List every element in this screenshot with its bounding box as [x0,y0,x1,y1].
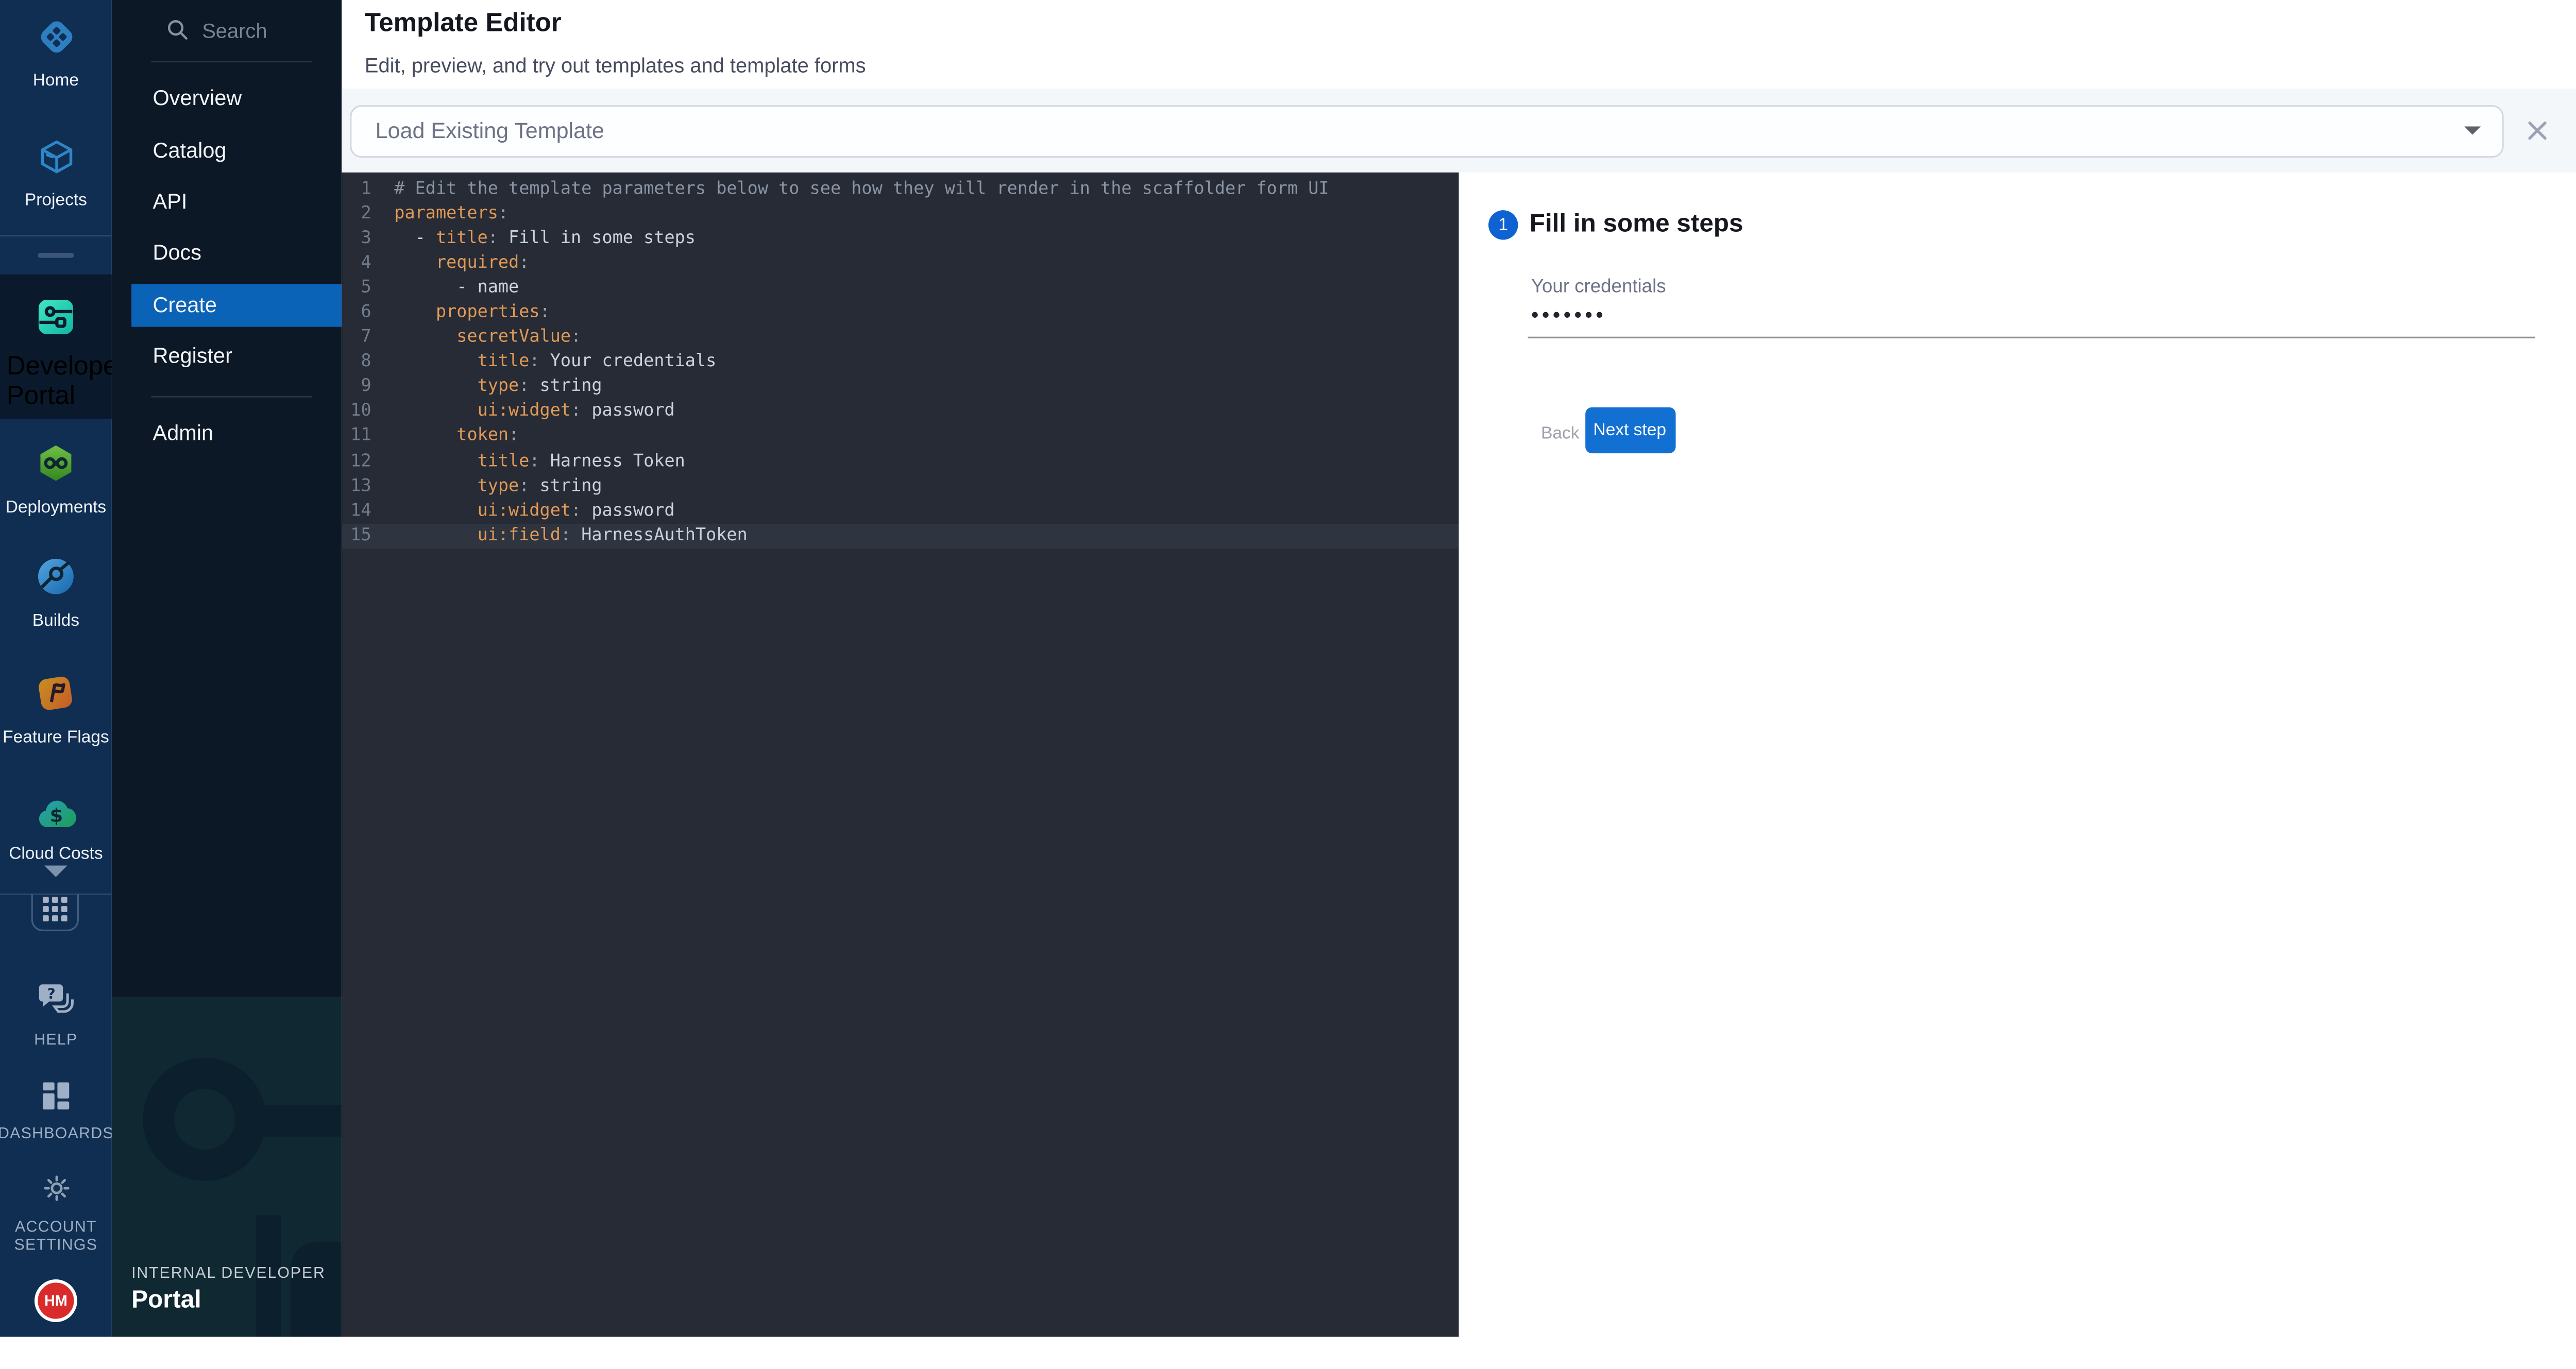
svg-text:?: ? [47,985,56,1002]
grid-icon [43,896,67,929]
code-line[interactable]: 2parameters: [342,202,1459,227]
module-sidebar: Home Projects [0,0,112,1337]
sidebar-item-builds[interactable]: Builds [0,557,112,630]
sidebar-item-account-settings[interactable]: ACCOUNT SETTINGS [0,1173,112,1255]
template-picker-band [342,89,2576,173]
portal-nav-sidebar: Search Overview Catalog API Docs Create … [112,0,342,1337]
sidebar-item-deployments[interactable]: Deployments [0,443,112,517]
close-icon [2525,118,2550,143]
close-button[interactable] [2523,116,2551,144]
code-line[interactable]: 12 title: Harness Token [342,449,1459,474]
sidebar-item-label: ACCOUNT SETTINGS [10,1219,102,1255]
credentials-field-label: Your credentials [1531,278,1666,297]
dashboards-icon [42,1082,70,1118]
nav-divider [151,61,312,62]
code-line[interactable]: 3 - title: Fill in some steps [342,227,1459,251]
template-form-preview: 1 Fill in some steps Your credentials ••… [1459,173,2576,1337]
code-line[interactable]: 5 - name [342,276,1459,301]
feature-flags-icon [36,673,76,721]
page-subtitle: Edit, preview, and try out templates and… [365,54,866,77]
sidebar-item-label: Deployments [6,498,106,517]
module-picker-button[interactable] [31,894,79,931]
code-line[interactable]: 1# Edit the template parameters below to… [342,177,1459,202]
brand-title: Portal [131,1286,201,1314]
sidebar-item-label: HELP [34,1032,77,1050]
dropdown-caret-icon [2464,127,2480,135]
portal-brand-panel: INTERNAL DEVELOPER Portal [112,997,342,1337]
nav-item-catalog[interactable]: Catalog [112,137,342,163]
chevron-down-icon [44,865,67,877]
app-root: Home Projects [0,0,2576,1337]
sidebar-item-feature-flags[interactable]: Feature Flags [0,673,112,747]
search-icon [166,17,189,45]
nav-item-register[interactable]: Register [112,343,342,369]
deployments-icon [36,443,76,491]
yaml-code-editor[interactable]: 1# Edit the template parameters below to… [342,173,1459,1337]
sidebar-item-label: Builds [32,611,79,630]
svg-text:$: $ [49,805,62,827]
sidebar-item-home[interactable]: Home [0,18,112,90]
nav-item-overview[interactable]: Overview [112,85,342,112]
input-underline [1528,336,2535,337]
credentials-password-input[interactable]: ••••••• [1531,302,1606,327]
code-line[interactable]: 6 properties: [342,301,1459,326]
help-chat-icon: ? [38,982,74,1025]
sidebar-item-label: Home [33,71,79,90]
sidebar-item-dashboards[interactable]: DASHBOARDS [0,1082,112,1143]
decorative-pipe [291,1242,342,1337]
sidebar-item-label: Developer Portal [7,353,105,413]
step-number-badge: 1 [1488,210,1518,239]
decorative-bar [246,1105,342,1137]
back-button[interactable]: Back [1528,412,1592,455]
step-title: Fill in some steps [1530,210,1743,239]
nav-item-create[interactable]: Create [131,283,342,326]
avatar: HM [35,1279,77,1322]
sidebar-item-help[interactable]: ? HELP [0,982,112,1050]
code-line[interactable]: 9 type: string [342,375,1459,400]
developer-portal-icon [36,297,76,345]
sidebar-item-cloud-costs[interactable]: $ Cloud Costs [0,797,112,864]
harness-logo-icon [37,18,75,64]
code-line[interactable]: 15 ui:field: HarnessAuthToken [342,523,1459,548]
code-line[interactable]: 10 ui:widget: password [342,400,1459,424]
code-line[interactable]: 8 title: Your credentials [342,350,1459,375]
code-line[interactable]: 7 secretValue: [342,326,1459,350]
code-line[interactable]: 14 ui:widget: password [342,499,1459,523]
sidebar-item-label: Feature Flags [3,728,109,747]
rail-collapse-handle[interactable] [38,253,74,258]
load-template-combobox[interactable] [349,104,2503,157]
code-line[interactable]: 13 type: string [342,474,1459,499]
sidebar-item-projects[interactable]: Projects [0,138,112,210]
page-title: Template Editor [365,10,562,39]
sidebar-item-label: DASHBOARDS [0,1125,114,1143]
user-avatar[interactable]: HM [0,1279,112,1322]
search-placeholder: Search [202,20,267,43]
search-box[interactable]: Search [112,13,342,49]
nav-item-api[interactable]: API [112,188,342,214]
brand-eyebrow: INTERNAL DEVELOPER [131,1264,326,1282]
rail-divider [0,235,112,236]
code-line[interactable]: 11 token: [342,424,1459,449]
load-template-input[interactable] [372,116,2463,144]
nav-item-docs[interactable]: Docs [112,239,342,265]
sidebar-item-label: Cloud Costs [9,844,103,864]
modules-collapse-chevron[interactable] [0,865,112,877]
nav-divider [151,396,312,397]
cloud-costs-icon: $ [36,797,77,838]
nav-item-admin[interactable]: Admin [112,420,342,446]
builds-icon [36,557,76,604]
sidebar-item-label: Projects [25,191,87,210]
gear-icon [40,1173,72,1212]
next-step-button[interactable]: Next step [1585,407,1675,453]
main-content: Template Editor Edit, preview, and try o… [342,0,2576,1337]
code-line[interactable]: 4 required: [342,251,1459,276]
sidebar-item-developer-portal[interactable]: Developer Portal [0,275,112,419]
code-lines: 1# Edit the template parameters below to… [342,177,1459,548]
cube-icon [37,138,75,184]
